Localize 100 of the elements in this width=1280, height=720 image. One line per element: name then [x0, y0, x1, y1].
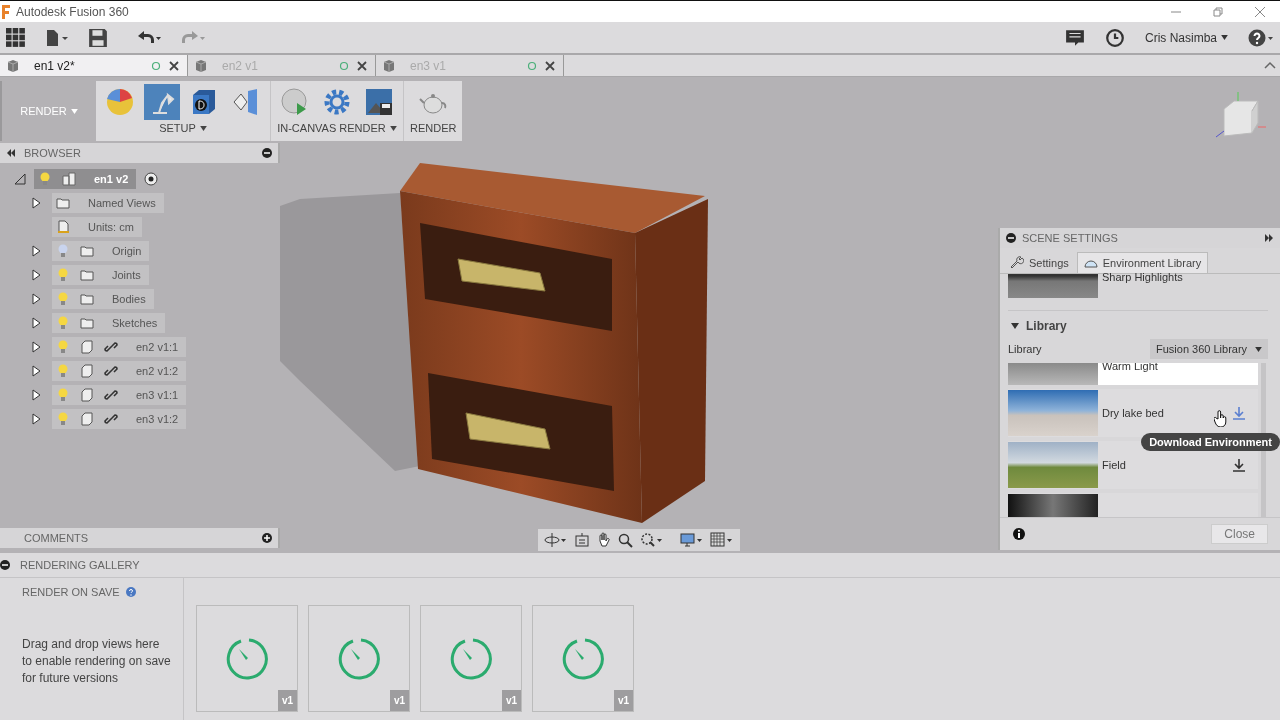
settings-tab[interactable]: Settings	[1004, 252, 1075, 273]
settings-tab[interactable]: Environment Library	[1076, 252, 1209, 273]
timer-icon	[449, 636, 493, 681]
folder-icon	[56, 196, 70, 210]
expand-triangle-icon[interactable]	[30, 341, 42, 353]
timer-icon	[225, 636, 269, 681]
folder-icon	[80, 292, 94, 306]
hand-cursor-icon	[1214, 409, 1228, 427]
tree-item[interactable]: en2 v1:1	[52, 337, 187, 357]
minus-circle-icon[interactable]	[1006, 233, 1016, 243]
tree-item[interactable]: Named Views	[52, 193, 164, 213]
close-icon[interactable]	[169, 60, 179, 71]
tree-item[interactable]: en1 v2	[34, 169, 137, 189]
expand-triangle-icon[interactable]	[30, 197, 42, 209]
cube-icon	[194, 58, 208, 73]
tooltip: Download Environment	[1141, 433, 1280, 451]
document-icon	[56, 220, 70, 234]
expand-triangle-icon[interactable]	[30, 389, 42, 401]
panel-title: BROWSER	[24, 147, 81, 159]
panel-title: RENDERING GALLERY	[20, 559, 140, 571]
minus-circle-icon[interactable]	[262, 148, 272, 158]
collapse-icon[interactable]	[1264, 61, 1276, 69]
tree-item[interactable]: en3 v1:2	[52, 409, 187, 429]
minus-circle-icon[interactable]	[0, 560, 10, 570]
link-icon	[104, 364, 118, 378]
tree-item[interactable]: Origin	[52, 241, 150, 261]
render-thumbnail[interactable]: v1	[420, 605, 522, 712]
component-box-icon	[80, 412, 94, 426]
pan-hand-icon[interactable]	[596, 532, 612, 548]
render-thumbnail[interactable]: v1	[532, 605, 634, 712]
expand-triangle-icon[interactable]	[30, 293, 42, 305]
expand-triangle-icon[interactable]	[30, 413, 42, 425]
caret-icon	[1221, 35, 1228, 40]
gear-icon	[322, 87, 352, 117]
close-icon[interactable]	[357, 60, 367, 71]
expand-triangle-icon[interactable]	[30, 245, 42, 257]
app-logo-icon	[2, 4, 10, 19]
image-save-icon	[364, 87, 394, 117]
radio-active-icon[interactable]	[144, 172, 159, 186]
cube-icon	[382, 58, 396, 73]
link-icon	[104, 388, 118, 402]
help-icon[interactable]	[1248, 28, 1274, 47]
folder-icon	[80, 244, 94, 258]
expand-triangle-icon[interactable]	[30, 317, 42, 329]
user-menu[interactable]: Cris Nasimba	[1145, 30, 1228, 45]
clock-icon[interactable]	[1105, 27, 1125, 48]
expand-triangle-icon[interactable]	[30, 365, 42, 377]
download-icon[interactable]	[1232, 458, 1246, 472]
section-title: Library	[1026, 319, 1067, 333]
plus-circle-icon[interactable]	[262, 533, 272, 543]
document-stack-icon	[62, 172, 76, 186]
ribbon-group-menu[interactable]: IN-CANVAS RENDER	[277, 120, 397, 136]
expanded-triangle-icon[interactable]	[14, 173, 26, 185]
component-box-icon	[80, 340, 94, 354]
render-on-save-label: RENDER ON SAVE	[22, 586, 120, 598]
library-dropdown[interactable]: Fusion 360 Library	[1150, 339, 1268, 359]
environment-name: Sharp Highlights	[1102, 271, 1183, 285]
zoom-icon[interactable]	[618, 532, 634, 548]
file-menu-icon[interactable]	[44, 28, 70, 47]
component-box-icon	[80, 388, 94, 402]
expand-right-icon[interactable]	[1264, 233, 1274, 243]
link-icon	[104, 412, 118, 426]
info-icon[interactable]	[1012, 527, 1026, 541]
tree-item[interactable]: Joints	[52, 265, 149, 285]
version-badge: v1	[613, 690, 633, 711]
tree-item[interactable]: Bodies	[52, 289, 154, 309]
timer-icon	[337, 636, 381, 681]
close-icon[interactable]	[545, 60, 555, 71]
comment-icon[interactable]	[1065, 27, 1085, 48]
environment-item[interactable]: Dry lake bed	[1008, 389, 1258, 437]
monitor-icon[interactable]	[680, 532, 704, 548]
collapse-triangle-icon[interactable]	[1010, 321, 1020, 331]
environment-item[interactable]: Warm Light	[1008, 363, 1258, 385]
orbit-icon[interactable]	[544, 532, 568, 548]
folder-icon	[80, 268, 94, 282]
ribbon-group-menu[interactable]: SETUP	[159, 120, 207, 136]
field-label: Library	[1008, 343, 1042, 355]
render-thumbnail[interactable]: v1	[308, 605, 410, 712]
ribbon-group-menu[interactable]: RENDER	[410, 120, 457, 136]
status-circle-icon	[151, 60, 161, 71]
expand-triangle-icon[interactable]	[30, 269, 42, 281]
link-icon	[104, 340, 118, 354]
zoom-window-icon[interactable]	[640, 532, 664, 548]
app-grid-icon[interactable]	[6, 27, 26, 48]
play-sphere-icon	[280, 87, 310, 117]
render-thumbnail[interactable]: v1	[196, 605, 298, 712]
version-badge: v1	[501, 690, 521, 711]
tree-item[interactable]: Units: cm	[52, 217, 142, 237]
look-at-icon[interactable]	[574, 532, 590, 548]
caret-icon	[1255, 346, 1262, 352]
grid-icon[interactable]	[710, 532, 734, 548]
tree-item[interactable]: en2 v1:2	[52, 361, 187, 381]
close-button[interactable]: Close	[1211, 524, 1268, 544]
tree-item[interactable]: en3 v1:1	[52, 385, 187, 405]
version-badge: v1	[389, 690, 409, 711]
save-icon[interactable]	[88, 27, 108, 48]
collapse-left-icon[interactable]	[6, 148, 16, 158]
folder-icon	[80, 316, 94, 330]
document-tab[interactable]: en1 v2*	[0, 55, 188, 76]
tree-item[interactable]: Sketches	[52, 313, 166, 333]
